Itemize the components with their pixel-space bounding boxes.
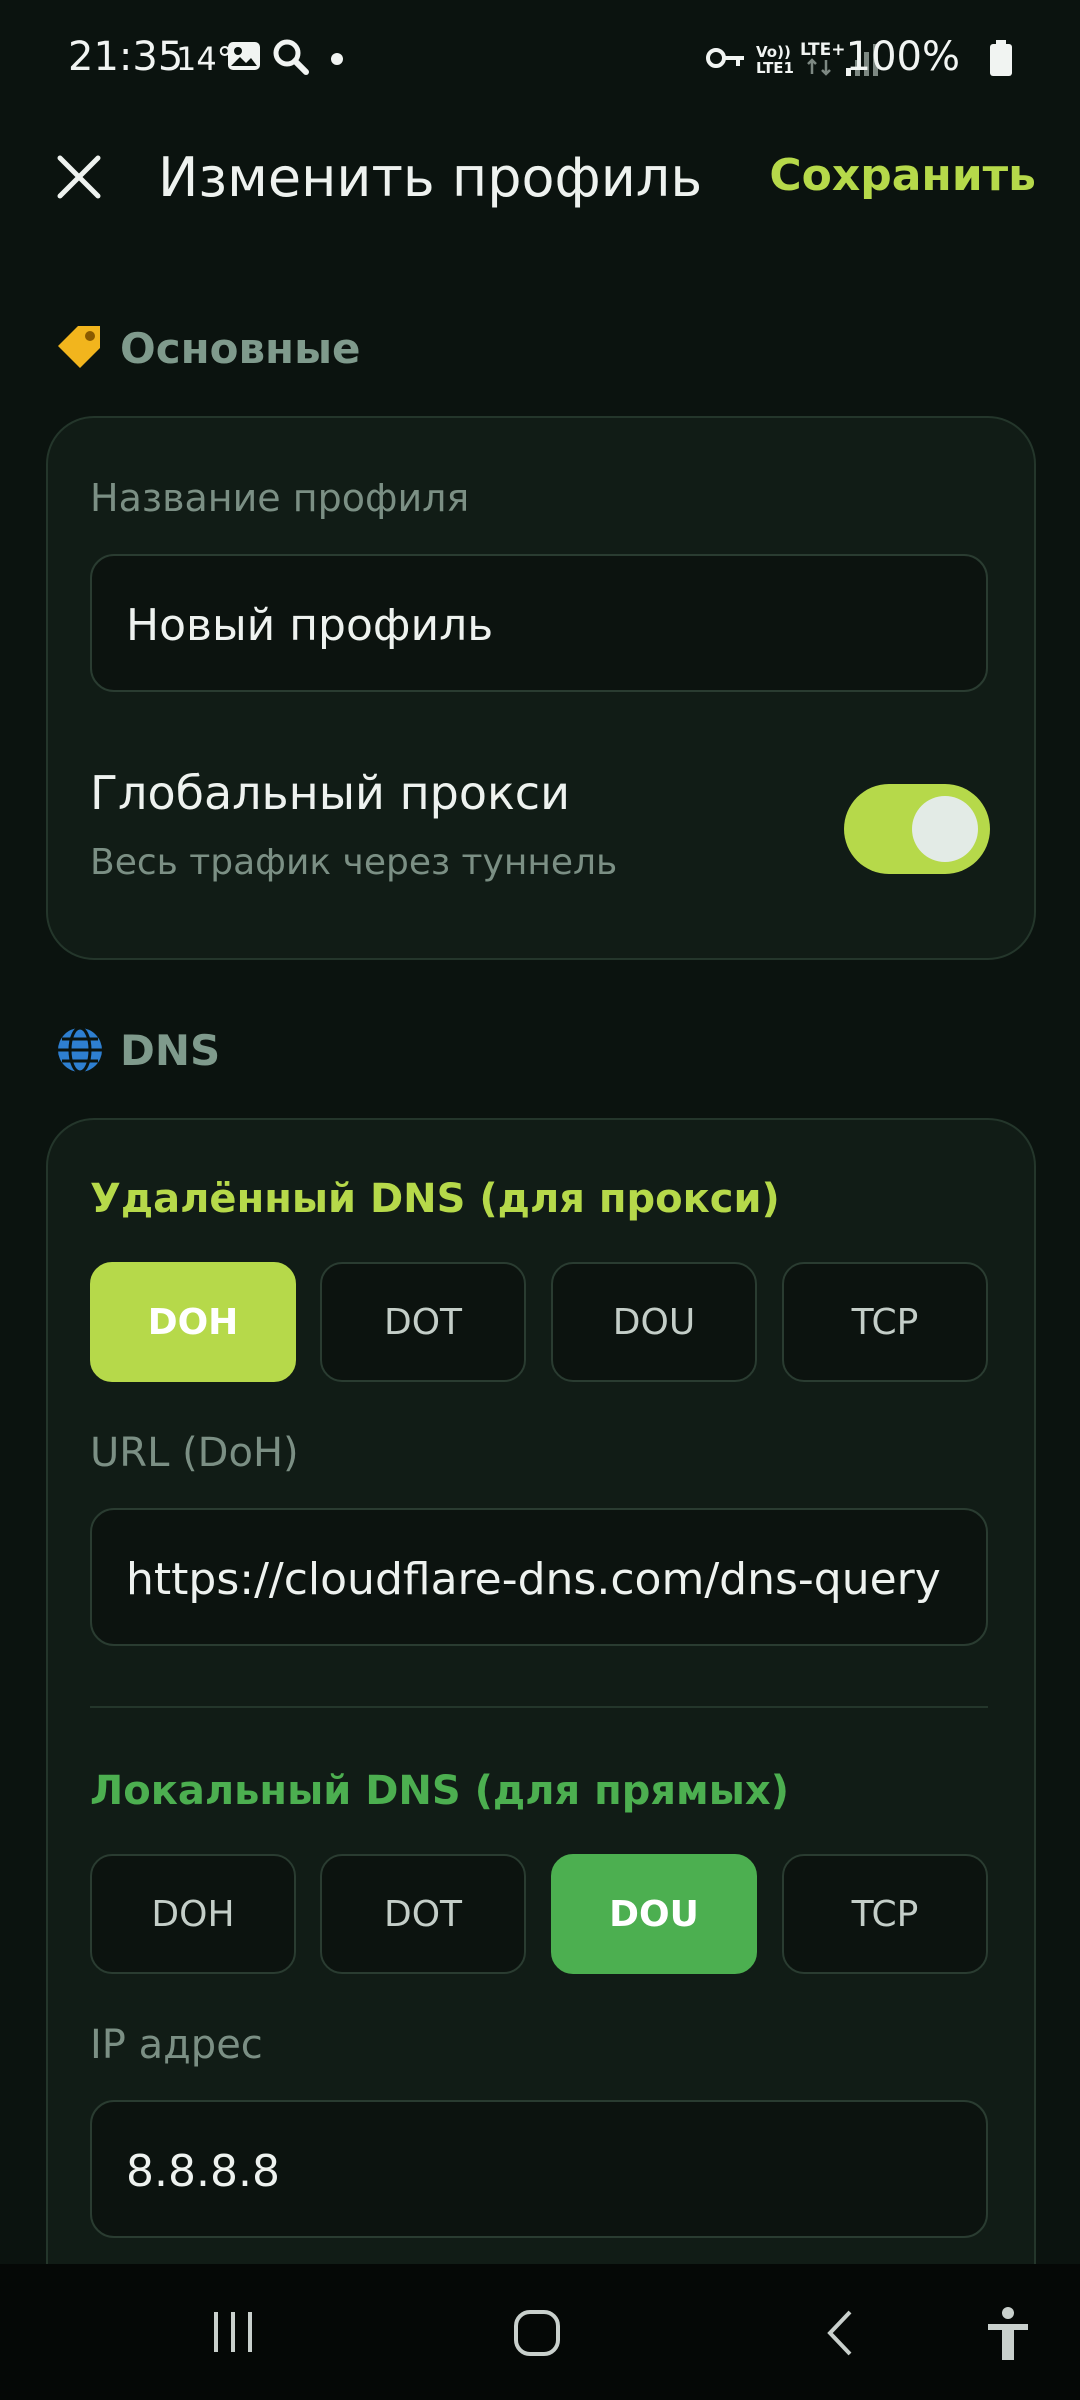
- local-dns-option-dou[interactable]: DOU: [551, 1854, 757, 1974]
- remote-dns-option-tcp[interactable]: TCP: [782, 1262, 988, 1382]
- doh-url-value: https://cloudflare-dns.com/dns-query: [126, 1554, 941, 1605]
- global-proxy-subtitle: Весь трафик через туннель: [90, 842, 618, 883]
- ip-address-field[interactable]: 8.8.8.8: [90, 2100, 988, 2238]
- volte-label: Vo)): [756, 43, 791, 61]
- section-header-dns-label: DNS: [120, 1025, 221, 1075]
- global-proxy-title: Глобальный прокси: [90, 766, 570, 820]
- network-type: LTE+: [800, 40, 846, 60]
- local-dns-title: Локальный DNS (для прямых): [90, 1768, 790, 1814]
- close-icon[interactable]: [52, 150, 106, 204]
- status-bar: 21:35 14° Vo)) LTE1 LTE+ 100%: [0, 0, 1080, 120]
- global-proxy-toggle[interactable]: [844, 784, 990, 874]
- battery-percent: 100%: [845, 34, 960, 80]
- profile-name-value: Новый профиль: [126, 600, 494, 651]
- section-header-basic: Основные: [54, 322, 361, 374]
- local-dns-option-doh[interactable]: DOH: [90, 1854, 296, 1974]
- home-icon[interactable]: [512, 2308, 562, 2358]
- tag-icon: [58, 326, 100, 368]
- status-time: 21:35: [68, 34, 184, 80]
- remote-dns-option-doh[interactable]: DOH: [90, 1262, 296, 1382]
- url-label: URL (DoH): [90, 1430, 299, 1476]
- remote-dns-title: Удалённый DNS (для прокси): [90, 1176, 780, 1222]
- battery-icon: [990, 40, 1012, 76]
- save-button[interactable]: Сохранить: [769, 150, 1036, 201]
- vpn-key-icon: [706, 48, 744, 68]
- ip-label: IP адрес: [90, 2022, 263, 2068]
- remote-dns-option-dou[interactable]: DOU: [551, 1262, 757, 1382]
- back-icon[interactable]: [822, 2308, 858, 2358]
- profile-name-field[interactable]: Новый профиль: [90, 554, 988, 692]
- accessibility-icon[interactable]: [986, 2306, 1030, 2362]
- remote-dns-option-dot[interactable]: DOT: [320, 1262, 526, 1382]
- section-header-dns: DNS: [54, 1024, 220, 1076]
- status-temperature: 14°: [176, 40, 233, 78]
- volte-indicator: Vo)) LTE1: [756, 44, 794, 76]
- page-title: Изменить профиль: [158, 146, 703, 209]
- system-nav-bar: [0, 2264, 1080, 2400]
- local-dns-option-tcp[interactable]: TCP: [782, 1854, 988, 1974]
- local-dns-option-dot[interactable]: DOT: [320, 1854, 526, 1974]
- gallery-icon: [228, 42, 260, 70]
- search-icon: [273, 39, 309, 75]
- toggle-knob: [912, 796, 978, 862]
- notification-dot-icon: [331, 53, 343, 65]
- profile-name-label: Название профиля: [90, 476, 470, 520]
- recent-apps-icon[interactable]: [210, 2310, 256, 2354]
- globe-icon: [58, 1026, 102, 1074]
- doh-url-field[interactable]: https://cloudflare-dns.com/dns-query: [90, 1508, 988, 1646]
- ip-address-value: 8.8.8.8: [126, 2146, 280, 2197]
- section-header-basic-label: Основные: [120, 323, 361, 373]
- sim-label: LTE1: [756, 59, 794, 77]
- divider: [90, 1706, 988, 1708]
- data-arrows-icon: [807, 58, 831, 76]
